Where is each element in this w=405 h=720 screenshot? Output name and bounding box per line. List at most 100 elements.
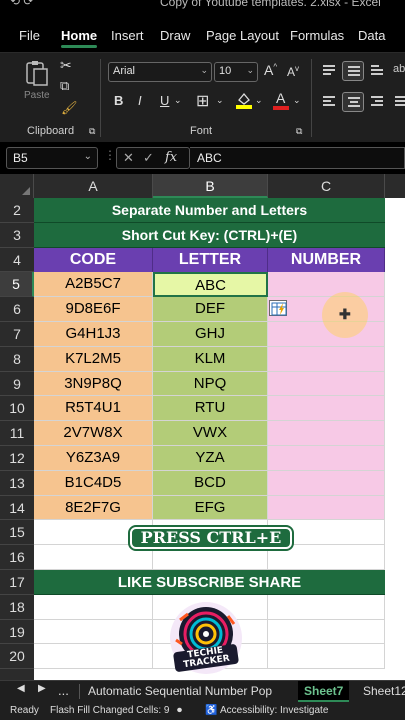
code-cell[interactable]: B1C4D5 <box>34 470 153 496</box>
format-painter-icon[interactable]: 🖌 <box>61 100 78 116</box>
row-header[interactable]: 3 <box>0 223 34 248</box>
empty-cell[interactable] <box>34 594 153 620</box>
row-header[interactable]: 2 <box>0 198 34 223</box>
row-header[interactable]: 11 <box>0 421 34 446</box>
formula-input[interactable]: ABC <box>190 147 405 169</box>
row-header[interactable]: 13 <box>0 471 34 496</box>
status-accessibility[interactable]: Accessibility: Investigate <box>220 705 328 716</box>
empty-cell[interactable] <box>34 644 153 670</box>
footer-banner[interactable]: LIKE SUBSCRIBE SHARE <box>34 570 385 595</box>
bold-button[interactable]: B <box>114 93 123 108</box>
row-header[interactable]: 16 <box>0 545 34 570</box>
row-header[interactable]: 4 <box>0 248 34 273</box>
row-header[interactable]: 10 <box>0 396 34 422</box>
chevron-down-icon[interactable]: ⌄ <box>255 95 263 106</box>
row-header[interactable]: 6 <box>0 297 34 322</box>
row-header[interactable]: 8 <box>0 347 34 372</box>
borders-icon[interactable]: ⊞ <box>196 91 209 111</box>
row-header[interactable]: 15 <box>0 520 34 546</box>
quick-access-icons[interactable]: ⟲ ⟳ <box>10 0 33 8</box>
scroll-right-icon[interactable]: ▶ <box>38 683 46 694</box>
column-header-c[interactable]: C <box>268 174 385 198</box>
tab-page-layout[interactable]: Page Layout <box>206 28 279 43</box>
number-header[interactable]: NUMBER <box>268 248 385 272</box>
letter-cell[interactable]: RTU <box>153 396 268 422</box>
empty-cell[interactable] <box>268 619 385 645</box>
row-header[interactable]: 17 <box>0 570 34 595</box>
code-cell[interactable]: A2B5C7 <box>34 272 153 298</box>
column-header-b[interactable]: B <box>153 174 268 198</box>
cut-icon[interactable]: ✂ <box>60 57 72 74</box>
macro-record-icon[interactable]: ⏺ <box>177 705 182 716</box>
letter-cell[interactable]: NPQ <box>153 371 268 397</box>
paste-icon[interactable] <box>22 59 52 89</box>
align-middle-button[interactable] <box>342 61 364 81</box>
align-right-button[interactable] <box>366 92 388 112</box>
italic-button[interactable]: I <box>138 93 142 108</box>
row-header[interactable]: 20 <box>0 644 34 670</box>
code-cell[interactable]: K7L2M5 <box>34 346 153 372</box>
chevron-down-icon[interactable]: ⌄ <box>174 95 182 106</box>
orientation-button[interactable]: ab <box>390 61 405 81</box>
indent-button[interactable] <box>390 92 405 112</box>
letter-cell[interactable]: BCD <box>153 470 268 496</box>
shortcut-banner[interactable]: Short Cut Key: (CTRL)+(E) <box>34 223 385 248</box>
row-header[interactable]: 9 <box>0 372 34 397</box>
number-cell[interactable] <box>268 272 385 298</box>
scroll-left-icon[interactable]: ◀ <box>17 683 25 694</box>
name-box[interactable]: B5 ⌄ <box>6 147 98 169</box>
tab-draw[interactable]: Draw <box>160 28 190 43</box>
row-header[interactable]: 5 <box>0 272 34 298</box>
letter-cell[interactable]: EFG <box>153 495 268 521</box>
code-cell[interactable]: 8E2F7G <box>34 495 153 521</box>
empty-cell[interactable] <box>34 619 153 645</box>
font-name-select[interactable]: Arial ⌄ <box>108 62 212 82</box>
tab-data[interactable]: Data <box>358 28 385 43</box>
underline-button[interactable]: U <box>160 93 169 108</box>
accessibility-icon[interactable]: ♿ <box>205 705 217 716</box>
empty-cell[interactable] <box>268 644 385 670</box>
tab-insert[interactable]: Insert <box>111 28 144 43</box>
code-header[interactable]: CODE <box>34 248 153 272</box>
code-cell[interactable]: G4H1J3 <box>34 322 153 347</box>
letter-cell[interactable]: GHJ <box>153 322 268 347</box>
letter-cell[interactable]: VWX <box>153 421 268 446</box>
row-header[interactable]: 7 <box>0 322 34 347</box>
align-center-button[interactable] <box>342 92 364 112</box>
number-cell[interactable] <box>268 421 385 446</box>
clipboard-launcher-icon[interactable]: ⧉ <box>89 126 95 137</box>
align-bottom-button[interactable] <box>366 61 388 81</box>
column-header-d[interactable] <box>385 174 405 198</box>
confirm-icon[interactable]: ✓ <box>143 150 154 166</box>
select-all-corner[interactable] <box>0 174 34 198</box>
drag-handle-icon[interactable]: ⋮ <box>104 148 116 162</box>
insert-function-icon[interactable]: fx <box>165 150 177 165</box>
tab-file[interactable]: File <box>19 28 40 43</box>
copy-icon[interactable]: ⧉ <box>60 78 69 94</box>
tab-formulas[interactable]: Formulas <box>290 28 344 43</box>
code-cell[interactable]: Y6Z3A9 <box>34 446 153 471</box>
fill-color-icon[interactable] <box>236 91 252 109</box>
row-header[interactable]: 18 <box>0 595 34 620</box>
sheet-tab-sheet7[interactable]: Sheet7 <box>298 681 350 702</box>
cancel-icon[interactable]: ✕ <box>123 150 134 166</box>
chevron-down-icon[interactable]: ⌄ <box>293 95 301 106</box>
code-cell[interactable]: 2V7W8X <box>34 421 153 446</box>
number-cell[interactable] <box>268 446 385 471</box>
align-left-button[interactable] <box>318 92 340 112</box>
number-cell[interactable] <box>268 470 385 496</box>
decrease-font-icon[interactable]: Av <box>287 64 299 79</box>
align-top-button[interactable] <box>318 61 340 81</box>
number-cell[interactable] <box>268 371 385 397</box>
chevron-down-icon[interactable]: ⌄ <box>216 95 224 106</box>
sheet-tab-sheet12[interactable]: Sheet12 <box>357 681 405 702</box>
tab-home[interactable]: Home <box>61 28 98 48</box>
column-header-a[interactable]: A <box>34 174 153 198</box>
letter-header[interactable]: LETTER <box>153 248 268 272</box>
row-header[interactable]: 19 <box>0 620 34 645</box>
letter-cell[interactable]: DEF <box>153 297 268 322</box>
code-cell[interactable]: 9D8E6F <box>34 297 153 322</box>
letter-cell[interactable]: KLM <box>153 346 268 372</box>
sheet-tab-automatic[interactable]: Automatic Sequential Number Pop <box>82 681 278 702</box>
code-cell[interactable]: 3N9P8Q <box>34 371 153 397</box>
